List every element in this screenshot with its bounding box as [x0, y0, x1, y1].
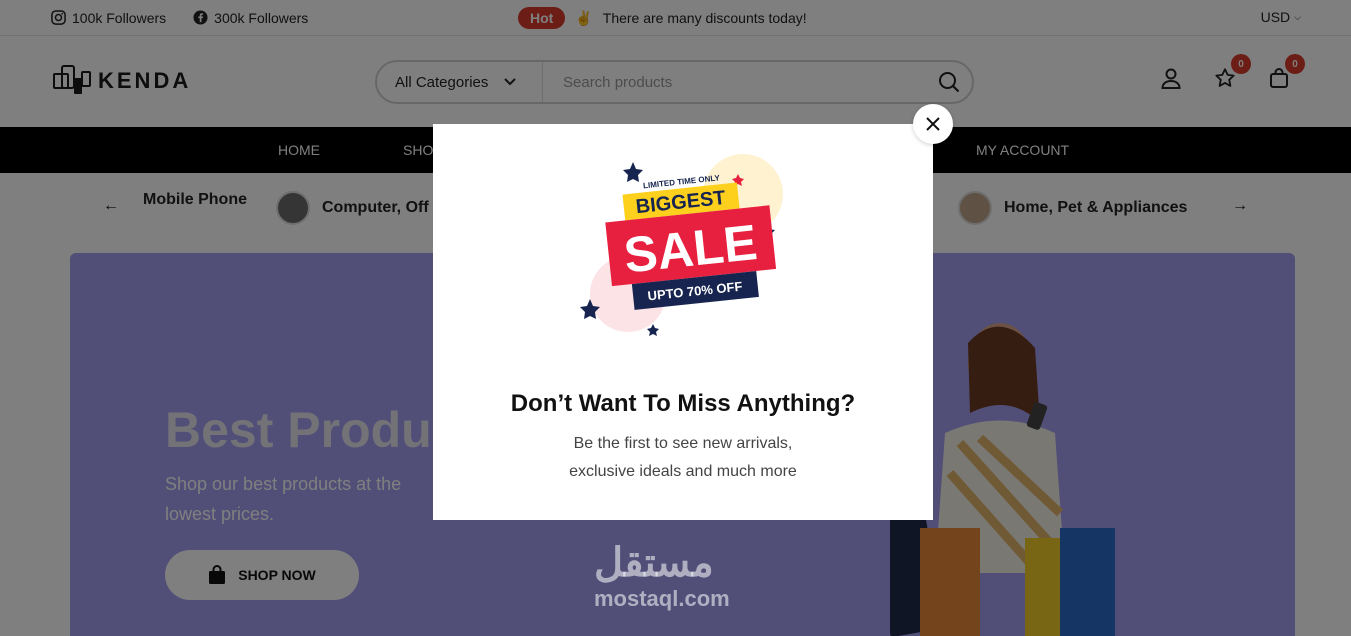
popup-line-2: exclusive ideals and much more: [569, 463, 797, 480]
watermark-latin: mostaql.com: [594, 586, 730, 611]
close-icon: [926, 117, 940, 131]
watermark: مستقل mostaql.com: [594, 540, 730, 612]
popup-line-1: Be the first to see new arrivals,: [573, 435, 793, 452]
popup-title: Don’t Want To Miss Anything?: [510, 390, 856, 417]
newsletter-popup: LIMITED TIME ONLY BIGGEST SALE UPTO 70% …: [433, 124, 933, 520]
biggest-sale-graphic: LIMITED TIME ONLY BIGGEST SALE UPTO 70% …: [580, 154, 783, 336]
watermark-arabic: مستقل: [594, 541, 714, 585]
close-popup-button[interactable]: [913, 104, 953, 144]
popup-description: Be the first to see new arrivals, exclus…: [433, 430, 933, 486]
